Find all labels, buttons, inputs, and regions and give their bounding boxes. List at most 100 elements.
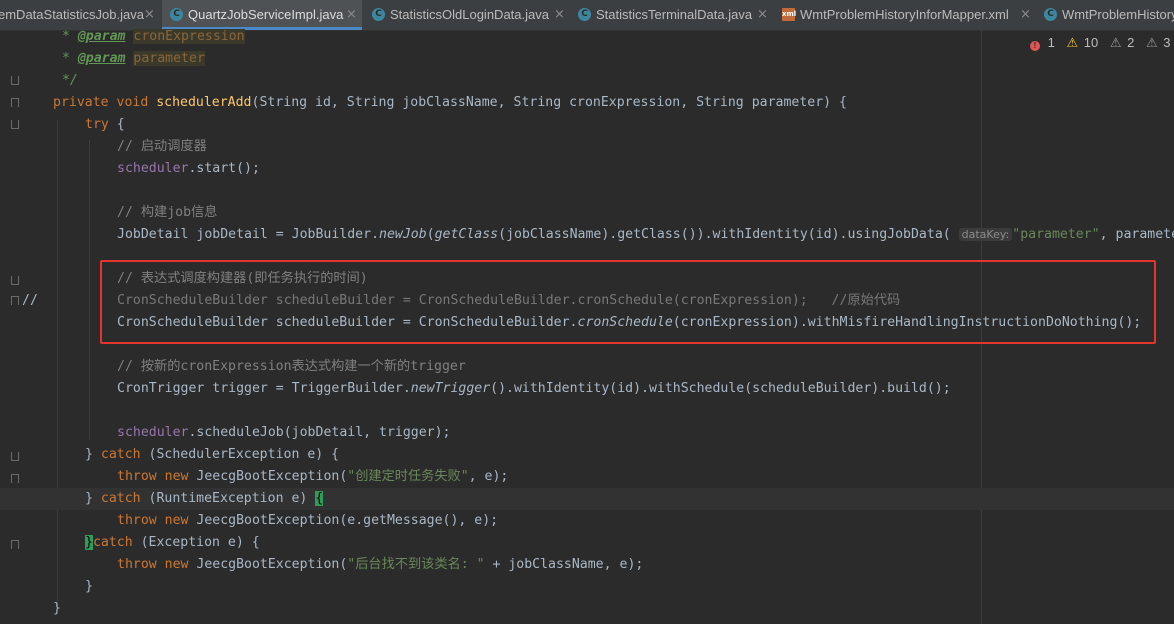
doc-param-name: cronExpression xyxy=(133,29,245,44)
code-text: ().withIdentity(id).withSchedule(schedul… xyxy=(490,381,951,396)
fold-marker-icon[interactable] xyxy=(11,540,19,549)
weak-warning-icon: ⚠ xyxy=(1109,35,1122,50)
doc-comment: * xyxy=(54,51,78,66)
string-literal: "创建定时任务失败" xyxy=(347,469,469,484)
error-count: 1 xyxy=(1047,35,1055,50)
code-text: CronTrigger trigger = TriggerBuilder. xyxy=(117,381,411,396)
code-line[interactable]: JobDetail jobDetail = JobBuilder.newJob(… xyxy=(117,224,1174,246)
fold-marker-icon[interactable] xyxy=(11,98,19,107)
code-line[interactable]: scheduler.start(); xyxy=(117,158,260,180)
doc-tag: @param xyxy=(77,29,126,44)
keyword: try xyxy=(85,117,109,132)
code-text: { xyxy=(108,117,125,132)
code-text: , e); xyxy=(468,469,509,484)
code-text: (jobClassName).getClass()).withIdentity(… xyxy=(498,227,959,242)
code-line[interactable]: * @param parameter xyxy=(54,48,205,70)
keyword: catch xyxy=(92,535,133,550)
code-text: (String id, String jobClassName, String … xyxy=(251,95,847,110)
indent-guide xyxy=(57,120,58,606)
warning-icon: ⚠ xyxy=(1066,35,1079,50)
code-text: ( xyxy=(426,227,435,242)
code-line[interactable]: throw new JeecgBootException("创建定时任务失败",… xyxy=(117,466,508,488)
keyword: throw new xyxy=(117,513,197,528)
typo-count: 3 xyxy=(1163,35,1171,50)
static-method: newJob xyxy=(379,227,427,242)
code-line[interactable]: // 启动调度器 xyxy=(117,136,207,158)
code-line[interactable]: CronTrigger trigger = TriggerBuilder.new… xyxy=(117,378,951,400)
tab-label: WmtProblemHistoryInfor xyxy=(1062,7,1174,22)
close-icon[interactable]: × xyxy=(554,0,565,30)
warning-count: 10 xyxy=(1083,35,1099,50)
java-class-icon: C xyxy=(372,8,385,21)
code-text: + jobClassName, e); xyxy=(484,557,644,572)
keyword: throw new xyxy=(117,469,197,484)
fold-marker-icon[interactable] xyxy=(11,276,19,285)
java-class-icon: C xyxy=(578,8,591,21)
doc-tag: @param xyxy=(77,51,126,66)
close-icon[interactable]: × xyxy=(1020,0,1031,30)
code-text: JeecgBootException( xyxy=(196,557,348,572)
doc-comment: * xyxy=(54,29,78,44)
typo-icon: ⚠ xyxy=(1146,35,1158,50)
fold-marker-icon[interactable] xyxy=(11,76,19,85)
parameter-hint: dataKey: xyxy=(958,228,1013,241)
weak-warning-count: 2 xyxy=(1127,35,1135,50)
java-class-icon: C xyxy=(170,8,183,21)
gutter-comment-marker: // xyxy=(22,293,38,308)
fold-marker-icon[interactable] xyxy=(11,452,19,461)
code-text: (Exception e) { xyxy=(132,535,260,550)
code-line[interactable]: } xyxy=(85,576,93,598)
string-literal: "后台找不到该类名: " xyxy=(347,557,485,572)
fold-marker-icon[interactable] xyxy=(11,120,19,129)
code-line[interactable]: // 构建job信息 xyxy=(117,202,217,224)
code-line[interactable]: * @param cronExpression xyxy=(54,26,245,48)
xml-file-icon: xml xyxy=(782,8,796,21)
code-text: (SchedulerException e) { xyxy=(140,447,340,462)
static-method: getClass xyxy=(434,227,499,242)
fold-marker-icon[interactable] xyxy=(11,296,19,305)
code-line[interactable]: scheduler.scheduleJob(jobDetail, trigger… xyxy=(117,422,450,444)
keyword: catch xyxy=(100,447,141,462)
fold-marker-icon[interactable] xyxy=(11,474,19,483)
field-name: scheduler xyxy=(117,161,189,176)
static-method: newTrigger xyxy=(410,381,491,396)
java-class-icon: C xyxy=(1044,8,1057,21)
indent-guide xyxy=(89,140,90,440)
close-icon[interactable]: × xyxy=(757,0,768,30)
code-line[interactable]: private void schedulerAdd(String id, Str… xyxy=(53,92,847,114)
code-text: } xyxy=(85,447,101,462)
code-line[interactable]: throw new JeecgBootException("后台找不到该类名: … xyxy=(117,554,643,576)
keyword: throw new xyxy=(117,557,197,572)
tab-label: StatisticsTerminalData.java xyxy=(596,7,753,22)
tab-statistics-old-login-data[interactable]: C StatisticsOldLoginData.java × xyxy=(364,0,570,30)
tab-label: StatisticsOldLoginData.java xyxy=(390,7,549,22)
code-line-current[interactable]: } catch (RuntimeException e) { xyxy=(0,488,1174,510)
code-line[interactable]: } catch (SchedulerException e) { xyxy=(85,444,339,466)
string-literal: "parameter" xyxy=(1012,227,1100,242)
code-text: } xyxy=(85,491,101,506)
code-line[interactable]: // 按新的cronExpression表达式构建一个新的trigger xyxy=(117,356,466,378)
tab-statistics-terminal-data[interactable]: C StatisticsTerminalData.java × xyxy=(570,0,774,30)
keyword: catch xyxy=(100,491,141,506)
tab-wmt-problem-history-infor-mapper[interactable]: xml WmtProblemHistoryInforMapper.xml × xyxy=(774,0,1036,30)
code-line[interactable]: } xyxy=(53,598,61,620)
highlight-annotation-box xyxy=(100,260,1156,344)
code-text: JobDetail jobDetail = JobBuilder. xyxy=(117,227,380,242)
code-text: JeecgBootException( xyxy=(196,469,348,484)
code-line[interactable]: try { xyxy=(85,114,125,136)
matched-brace: } xyxy=(85,535,93,550)
inspection-widget[interactable]: ! 1 ⚠ 10 ⚠ 2 ⚠ 3 ⌃ ⌄ xyxy=(1030,34,1174,52)
close-icon[interactable]: × xyxy=(346,0,357,30)
error-icon: ! xyxy=(1030,41,1040,51)
doc-param-name: parameter xyxy=(133,51,205,66)
tab-label: WmtProblemHistoryInforMapper.xml xyxy=(800,7,1009,22)
code-text: .start(); xyxy=(188,161,260,176)
code-text: .scheduleJob(jobDetail, trigger); xyxy=(188,425,451,440)
matched-brace: { xyxy=(315,491,324,506)
code-line[interactable]: */ xyxy=(54,70,78,92)
tab-wmt-problem-history-infor[interactable]: C WmtProblemHistoryInfor xyxy=(1036,0,1174,30)
code-line[interactable]: throw new JeecgBootException(e.getMessag… xyxy=(117,510,498,532)
code-line[interactable]: }catch (Exception e) { xyxy=(85,532,260,554)
code-text: , parameter xyxy=(1099,227,1174,242)
code-text: (RuntimeException e) xyxy=(140,491,316,506)
